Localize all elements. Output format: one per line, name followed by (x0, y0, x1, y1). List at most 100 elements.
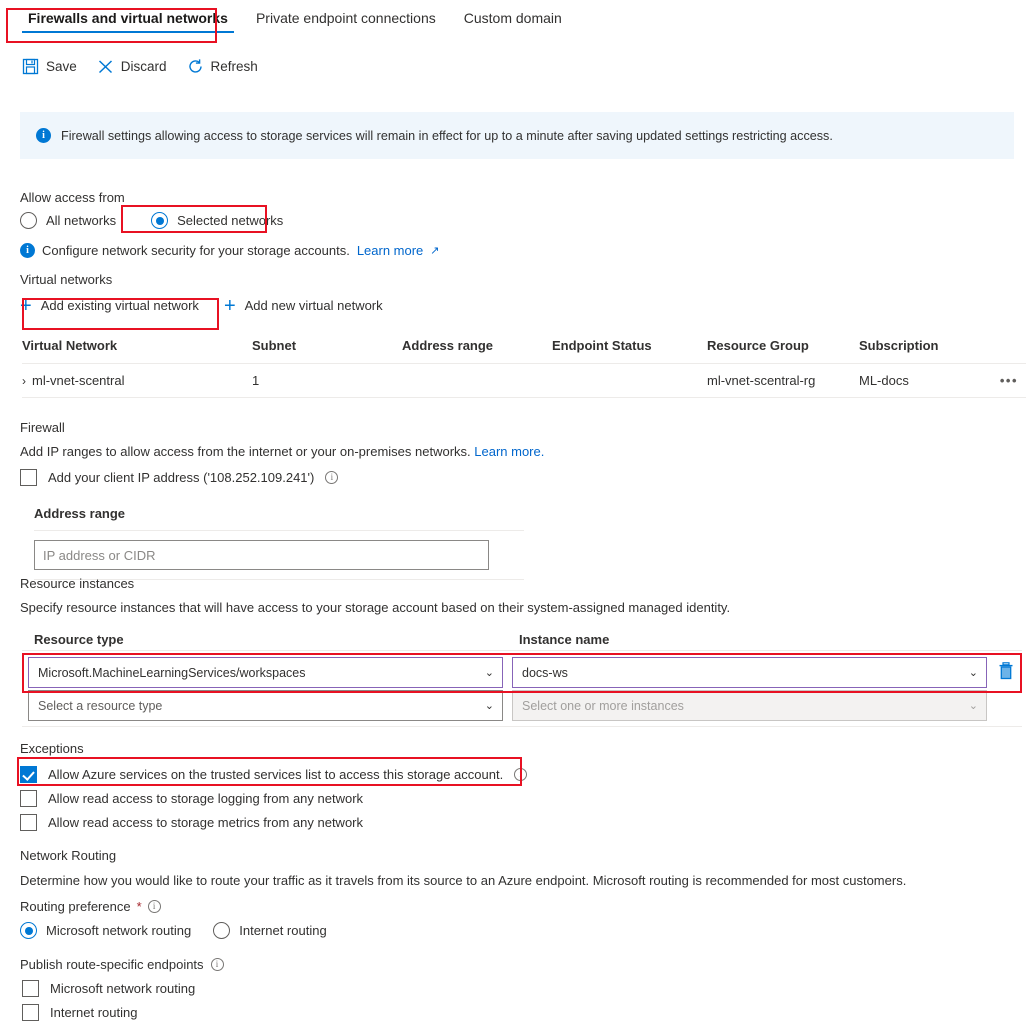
plus-icon: + (223, 294, 236, 317)
firewall-section: Firewall Add IP ranges to allow access f… (20, 420, 544, 580)
resource-instances-section: Resource instances Specify resource inst… (20, 576, 730, 647)
divider (22, 650, 1022, 651)
radio-microsoft-network-routing[interactable]: Microsoft network routing (20, 922, 191, 939)
network-routing-section: Network Routing Determine how you would … (20, 848, 906, 1021)
info-icon: i (36, 128, 51, 143)
exception-checkbox-row-3[interactable]: Allow read access to storage metrics fro… (20, 814, 527, 831)
save-button[interactable]: Save (22, 58, 77, 75)
resource-type-select-1[interactable]: Microsoft.MachineLearningServices/worksp… (28, 657, 503, 688)
exception-label: Allow Azure services on the trusted serv… (48, 767, 504, 782)
add-existing-label: Add existing virtual network (40, 298, 199, 313)
column-header-subscription: Subscription (859, 338, 939, 353)
tab-label: Private endpoint connections (255, 10, 436, 26)
firewall-label: Firewall (20, 420, 65, 435)
chevron-down-icon: ⌄ (484, 700, 494, 712)
checkbox-indicator[interactable] (20, 469, 37, 486)
radio-label: Microsoft network routing (46, 923, 192, 938)
radio-all-networks[interactable]: All networks (20, 212, 116, 229)
chevron-down-icon: ⌄ (484, 667, 494, 679)
add-existing-virtual-network-button[interactable]: + Add existing virtual network (20, 296, 199, 316)
learn-more-link[interactable]: Learn more (357, 243, 423, 258)
routing-preference-label-row: Routing preference * i (20, 899, 906, 914)
column-header-address-range: Address range (402, 338, 494, 353)
firewalls-and-virtual-networks-page: Firewalls and virtual networks Private e… (0, 0, 1032, 1027)
resource-type-select-2[interactable]: Select a resource type ⌄ (28, 690, 503, 721)
expand-chevron-icon[interactable]: › (22, 374, 26, 388)
command-bar: Save Discard Refresh (22, 58, 258, 75)
instance-name-placeholder: Select one or more instances (522, 698, 684, 713)
publish-checkbox-row-1[interactable]: Microsoft network routing (22, 980, 906, 997)
refresh-button[interactable]: Refresh (187, 58, 258, 75)
radio-internet-routing[interactable]: Internet routing (213, 922, 327, 939)
chevron-down-icon: ⌄ (968, 700, 978, 712)
resource-instance-row-2: Select a resource type ⌄ Select one or m… (28, 690, 987, 721)
instance-name-select-2: Select one or more instances ⌄ (512, 690, 987, 721)
add-client-ip-label: Add your client IP address ('108.252.109… (48, 470, 315, 485)
required-asterisk: * (136, 899, 142, 914)
add-new-label: Add new virtual network (244, 298, 383, 313)
hint-text: Configure network security for your stor… (42, 243, 350, 258)
column-header-subnet: Subnet (252, 338, 297, 353)
external-link-icon: ↗ (430, 245, 440, 257)
checkbox-indicator[interactable] (20, 766, 37, 783)
tab-firewalls-and-virtual-networks[interactable]: Firewalls and virtual networks (14, 0, 242, 35)
tab-custom-domain[interactable]: Custom domain (450, 0, 576, 35)
instance-name-select-1[interactable]: docs-ws ⌄ (512, 657, 987, 688)
exception-checkbox-row-2[interactable]: Allow read access to storage logging fro… (20, 790, 527, 807)
save-label: Save (46, 59, 77, 74)
cell-virtual-network: ml-vnet-scentral (32, 373, 125, 388)
row-more-actions-button[interactable]: ••• (989, 373, 1026, 388)
discard-button[interactable]: Discard (97, 58, 167, 75)
checkbox-indicator[interactable] (20, 814, 37, 831)
add-new-virtual-network-button[interactable]: + Add new virtual network (223, 294, 383, 317)
allow-access-label: Allow access from (20, 190, 125, 205)
column-header-virtual-network: Virtual Network (22, 338, 118, 353)
add-client-ip-checkbox-row[interactable]: Add your client IP address ('108.252.109… (20, 469, 544, 486)
exception-checkbox-row-1[interactable]: Allow Azure services on the trusted serv… (20, 766, 528, 783)
cell-subnet: 1 (252, 373, 260, 388)
address-range-input[interactable] (34, 540, 489, 570)
instance-name-value: docs-ws (522, 665, 568, 680)
publish-checkbox-row-2[interactable]: Internet routing (22, 1004, 906, 1021)
refresh-label: Refresh (210, 59, 258, 74)
resource-type-placeholder: Select a resource type (38, 698, 163, 713)
checkbox-indicator[interactable] (20, 790, 37, 807)
address-range-label: Address range (34, 506, 126, 521)
firewall-description-text: Add IP ranges to allow access from the i… (20, 444, 471, 459)
info-icon[interactable]: i (325, 471, 339, 484)
table-header-row: Virtual Network Subnet Address range End… (22, 338, 1026, 364)
tab-private-endpoint-connections[interactable]: Private endpoint connections (242, 0, 450, 35)
info-icon[interactable]: i (147, 900, 161, 913)
checkbox-indicator[interactable] (22, 980, 39, 997)
virtual-networks-table: Virtual Network Subnet Address range End… (22, 338, 1026, 398)
column-header-endpoint-status: Endpoint Status (552, 338, 652, 353)
info-icon: i (20, 243, 35, 258)
resource-instances-description: Specify resource instances that will hav… (20, 600, 731, 615)
allow-access-section: Allow access from All networks Selected … (20, 190, 440, 258)
checkbox-indicator[interactable] (22, 1004, 39, 1021)
radio-selected-networks[interactable]: Selected networks (151, 212, 283, 229)
banner-text: Firewall settings allowing access to sto… (61, 128, 833, 143)
radio-indicator (20, 212, 37, 229)
info-icon[interactable]: i (514, 768, 528, 781)
cell-subscription: ML-docs (859, 373, 909, 388)
divider (22, 726, 1022, 727)
info-icon[interactable]: i (210, 958, 224, 971)
column-header-resource-group: Resource Group (707, 338, 809, 353)
resource-instances-label: Resource instances (20, 576, 135, 591)
trash-icon[interactable] (998, 662, 1014, 683)
network-security-hint: i Configure network security for your st… (20, 243, 440, 258)
discard-label: Discard (120, 59, 167, 74)
tab-bar: Firewalls and virtual networks Private e… (0, 0, 1032, 48)
cell-resource-group: ml-vnet-scentral-rg (707, 373, 816, 388)
learn-more-link[interactable]: Learn more. (474, 444, 544, 459)
tab-label: Firewalls and virtual networks (28, 10, 228, 26)
column-header-instance-name: Instance name (519, 632, 610, 647)
table-row[interactable]: › ml-vnet-scentral 1 ml-vnet-scentral-rg… (22, 364, 1026, 398)
close-icon (97, 58, 114, 75)
column-header-resource-type: Resource type (34, 632, 124, 647)
virtual-networks-section: Virtual networks + Add existing virtual … (20, 272, 383, 317)
network-routing-label: Network Routing (20, 848, 117, 863)
tab-label: Custom domain (463, 10, 562, 26)
chevron-down-icon: ⌄ (968, 667, 978, 679)
